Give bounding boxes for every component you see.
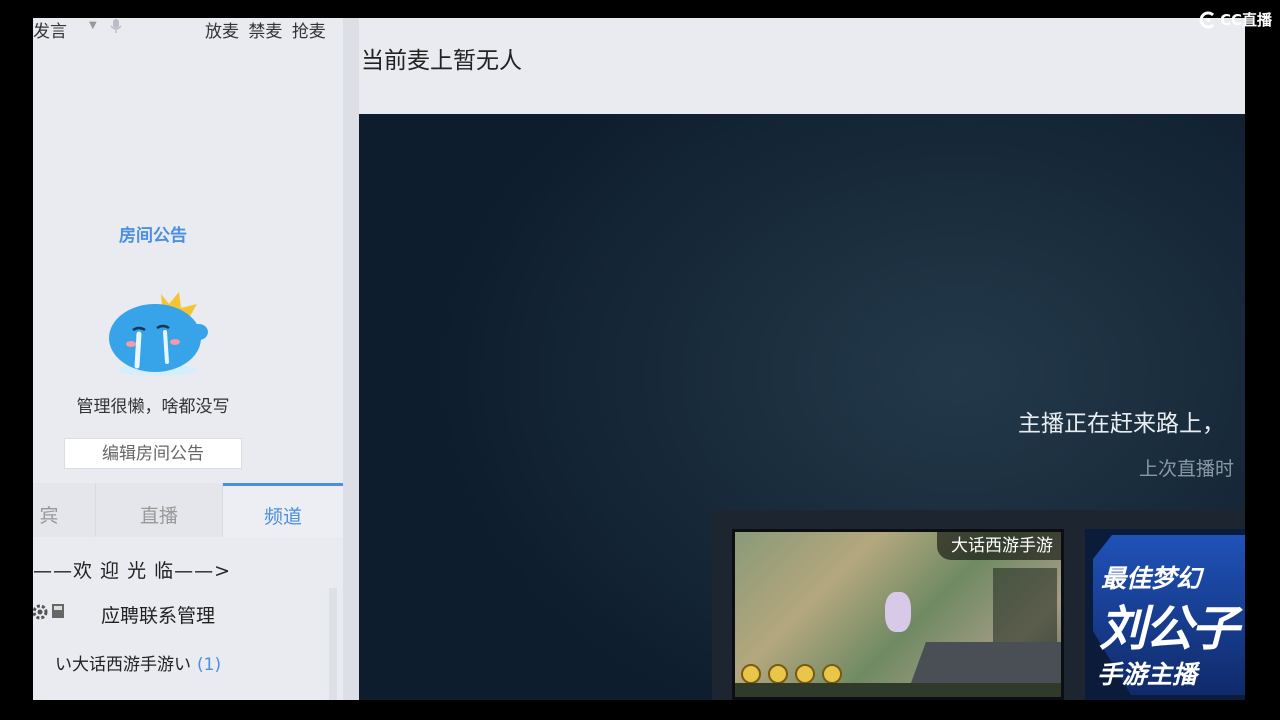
mic-status: 当前麦上暂无人 [361, 48, 522, 74]
recommendation-card[interactable]: 最佳梦幻 刘公子 手游主播 [1085, 529, 1245, 700]
poster-line-2: 刘公子 [1099, 601, 1239, 657]
speak-button[interactable]: 发言 [33, 18, 67, 42]
poster-line-3: 手游主播 [1097, 660, 1198, 689]
ban-mic-button[interactable]: 禁麦 [248, 22, 282, 42]
manage-label: 应聘联系管理 [101, 605, 216, 627]
channel-item[interactable]: い大话西游手游い (1) [55, 650, 221, 675]
main-area: 当前麦上暂无人 主播正在赶来路上， 上次直播时 大话西游手游 最佳梦幻 刘公子 [359, 18, 1245, 700]
offline-message: 主播正在赶来路上， [1018, 411, 1225, 437]
tab-guest[interactable]: 宾 [33, 483, 95, 537]
channel-item-label: い大话西游手游い [55, 655, 191, 675]
game-character [885, 592, 911, 632]
mic-status-bar: 当前麦上暂无人 [359, 18, 1245, 114]
release-mic-button[interactable]: 放麦 [205, 22, 239, 42]
book-icon [52, 604, 64, 618]
panel-divider [343, 18, 359, 700]
mic-actions: 放麦 禁麦 抢麦 [205, 18, 330, 42]
channel-item-count: (1) [197, 655, 222, 675]
recommendation-strip: 大话西游手游 最佳梦幻 刘公子 手游主播 [712, 510, 1245, 700]
left-tabs: 宾 直播 频道 [33, 483, 343, 537]
left-scrollbar[interactable] [329, 588, 337, 700]
mic-control-bar: 发言 ▼ 放麦 禁麦 抢麦 [33, 18, 343, 42]
last-live-time: 上次直播时 [1139, 458, 1235, 480]
game-bottom-bar [735, 683, 1061, 697]
brand-watermark: CC直播 [1199, 9, 1272, 30]
gear-icon [33, 604, 48, 620]
notice-empty-text: 管理很懒，啥都没写 [76, 397, 230, 417]
mic-icon[interactable] [109, 18, 123, 34]
recommendation-card[interactable]: 大话西游手游 [732, 529, 1064, 700]
caret-down-icon[interactable]: ▼ [89, 20, 97, 31]
video-player[interactable]: 主播正在赶来路上， 上次直播时 大话西游手游 最佳梦幻 刘公子 手游主播 [359, 114, 1245, 700]
tab-channel[interactable]: 频道 [223, 483, 343, 537]
edit-notice-button[interactable]: 编辑房间公告 [64, 438, 242, 469]
app-window: 发言 ▼ 放麦 禁麦 抢麦 房间公告 管理很懒，啥都没写 编辑房间公告 宾 直播… [33, 18, 1245, 700]
mascot-crying [109, 292, 208, 376]
recommendation-title: 大话西游手游 [937, 532, 1061, 560]
grab-mic-button[interactable]: 抢麦 [292, 22, 326, 42]
left-panel: 发言 ▼ 放麦 禁麦 抢麦 房间公告 管理很懒，啥都没写 编辑房间公告 宾 直播… [33, 18, 343, 700]
game-hud-panel [993, 568, 1057, 648]
channel-welcome: ——欢 迎 光 临——> [33, 560, 232, 582]
notice-title: 房间公告 [119, 226, 187, 246]
tab-live[interactable]: 直播 [95, 483, 223, 537]
cc-logo-icon [1199, 11, 1215, 28]
brand-name: CC直播 [1219, 11, 1272, 29]
